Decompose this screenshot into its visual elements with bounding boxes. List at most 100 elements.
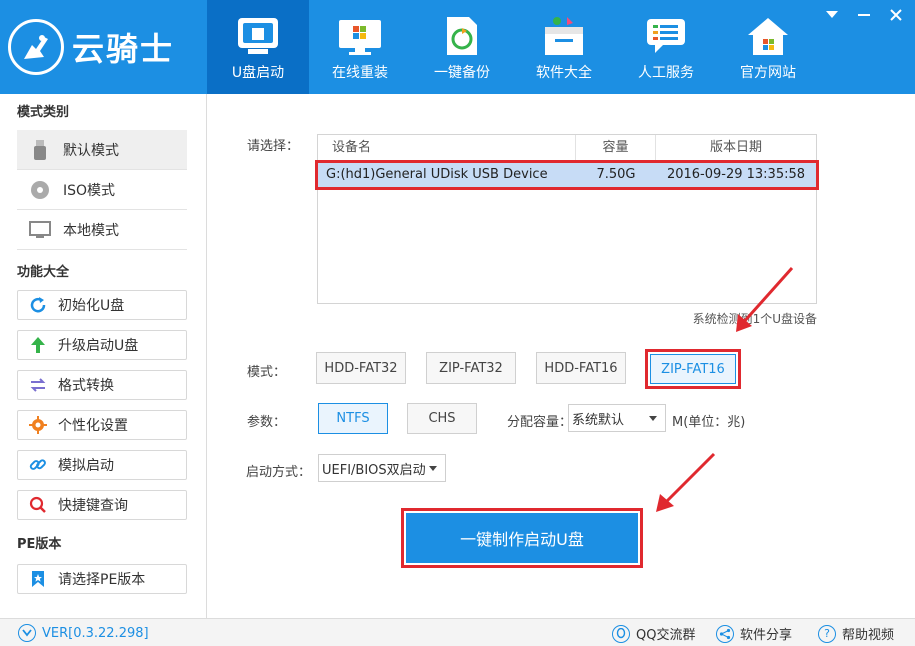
params-label: 参数： <box>247 415 287 430</box>
software-box-icon <box>541 14 587 58</box>
nav-online-reinstall[interactable]: 在线重装 <box>309 0 411 94</box>
share-link[interactable]: 软件分享 <box>716 624 792 643</box>
chat-service-icon <box>643 14 689 58</box>
alloc-label: 分配容量： <box>507 415 573 430</box>
annotation-arrow-icon <box>656 452 716 512</box>
hotkey-query-button[interactable]: 快捷键查询 <box>17 490 187 520</box>
alloc-unit: M(单位：兆) <box>672 415 746 430</box>
qq-group-link[interactable]: QQ交流群 <box>612 624 695 643</box>
nav-label: 官方网站 <box>740 65 796 81</box>
personalize-button[interactable]: 个性化设置 <box>17 410 187 440</box>
col-header-date: 版本日期 <box>709 140 762 155</box>
mode-label: 默认模式 <box>63 142 119 159</box>
func-label: 初始化U盘 <box>58 298 125 314</box>
func-label: 快捷键查询 <box>58 498 128 514</box>
table-header: 设备名 容量 版本日期 <box>318 135 816 161</box>
bookmark-icon <box>28 569 48 589</box>
nav-label: 在线重装 <box>332 65 388 81</box>
cell-capacity: 7.50G <box>596 167 636 182</box>
sidebar-item-default-mode[interactable]: 默认模式 <box>17 130 187 170</box>
sidebar: 模式类别 默认模式 ISO模式 本地模式 功能大全 初始化U盘 升级启动U盘 格… <box>0 94 207 618</box>
qq-icon <box>612 624 630 643</box>
boot-mode-select[interactable]: UEFI/BIOS双启动 <box>318 454 446 482</box>
nav-manual-service[interactable]: 人工服务 <box>615 0 717 94</box>
help-label: 帮助视频 <box>842 628 895 643</box>
window-controls <box>823 6 905 24</box>
format-convert-button[interactable]: 格式转换 <box>17 370 187 400</box>
refresh-icon <box>28 295 48 315</box>
help-video-link[interactable]: ? 帮助视频 <box>818 624 894 643</box>
cell-device: G:(hd1)General UDisk USB Device <box>326 167 548 182</box>
col-header-device: 设备名 <box>318 135 576 160</box>
nav-usb-boot[interactable]: U盘启动 <box>207 0 309 94</box>
init-usb-button[interactable]: 初始化U盘 <box>17 290 187 320</box>
chevron-down-circle-icon <box>18 624 36 642</box>
table-row[interactable]: G:(hd1)General UDisk USB Device 7.50G 20… <box>315 160 819 190</box>
mode-label: ISO模式 <box>63 182 116 199</box>
minimize-icon[interactable] <box>855 6 873 24</box>
disc-icon <box>29 179 51 201</box>
convert-arrows-icon <box>28 375 48 395</box>
home-icon <box>745 14 791 58</box>
version-link[interactable]: VER[0.3.22.298] <box>18 624 149 642</box>
main-panel: 请选择： 设备名 容量 版本日期 G:(hd1)General UDisk US… <box>208 94 915 618</box>
mode-label: 本地模式 <box>63 222 119 239</box>
backup-icon <box>439 14 485 58</box>
close-icon[interactable] <box>887 6 905 24</box>
mode-hdd-fat32-button[interactable]: HDD-FAT32 <box>316 352 406 384</box>
select-pe-version-button[interactable]: 请选择PE版本 <box>17 564 187 594</box>
gear-icon <box>28 415 48 435</box>
annotation-arrow-icon <box>736 267 794 332</box>
top-nav: U盘启动 在线重装 一键备份 软件大全 人工服务 官方网站 <box>207 0 819 94</box>
qq-label: QQ交流群 <box>636 628 696 643</box>
search-icon <box>28 495 48 515</box>
sidebar-item-iso-mode[interactable]: ISO模式 <box>17 170 187 210</box>
header-bar: 云骑士 U盘启动 在线重装 一键备份 软件大全 人工服务 官方网站 <box>0 0 915 94</box>
app-logo: 云骑士 <box>0 0 207 94</box>
func-label: 模拟启动 <box>58 458 114 474</box>
help-icon: ? <box>818 624 836 643</box>
version-text: VER[0.3.22.298] <box>42 625 149 641</box>
link-icon <box>28 455 48 475</box>
nav-official-site[interactable]: 官方网站 <box>717 0 819 94</box>
param-ntfs-button[interactable]: NTFS <box>318 403 388 434</box>
usb-drive-icon <box>235 14 281 58</box>
logo-text: 云骑士 <box>72 30 175 68</box>
alloc-value: 系统默认 <box>572 412 625 428</box>
dropdown-menu-icon[interactable] <box>823 6 841 24</box>
nav-one-key-backup[interactable]: 一键备份 <box>411 0 513 94</box>
func-label: 格式转换 <box>58 378 114 394</box>
arrow-up-icon <box>28 335 48 355</box>
monitor-icon <box>29 219 51 241</box>
boot-label: 启动方式： <box>246 465 312 480</box>
mode-zip-fat16-button[interactable]: ZIP-FAT16 <box>645 349 741 389</box>
windows-monitor-icon <box>337 14 383 58</box>
section-title-pe: PE版本 <box>17 537 62 552</box>
cell-date: 2016-09-29 13:35:58 <box>666 167 806 182</box>
col-header-capacity: 容量 <box>576 135 656 160</box>
status-bar: VER[0.3.22.298] QQ交流群 软件分享 ? 帮助视频 <box>0 618 915 646</box>
usb-stick-icon <box>29 139 51 161</box>
nav-label: 人工服务 <box>638 65 694 81</box>
simulate-boot-button[interactable]: 模拟启动 <box>17 450 187 480</box>
sidebar-item-local-mode[interactable]: 本地模式 <box>17 210 187 250</box>
chevron-down-icon <box>429 466 437 471</box>
mode-label: 模式： <box>247 365 287 380</box>
make-boot-usb-button[interactable]: 一键制作启动U盘 <box>401 508 643 568</box>
select-label: 请选择： <box>247 139 300 154</box>
knight-logo-icon <box>8 19 64 75</box>
section-title-functions: 功能大全 <box>17 265 70 280</box>
param-chs-button[interactable]: CHS <box>407 403 477 434</box>
func-label: 升级启动U盘 <box>58 338 139 354</box>
section-title-mode: 模式类别 <box>17 105 70 120</box>
upgrade-usb-button[interactable]: 升级启动U盘 <box>17 330 187 360</box>
mode-zip-fat32-button[interactable]: ZIP-FAT32 <box>426 352 516 384</box>
nav-label: 软件大全 <box>536 65 592 81</box>
pe-button-label: 请选择PE版本 <box>58 572 146 588</box>
nav-label: U盘启动 <box>231 65 285 81</box>
boot-value: UEFI/BIOS双启动 <box>322 462 426 478</box>
func-label: 个性化设置 <box>58 418 128 434</box>
alloc-capacity-select[interactable]: 系统默认 <box>568 404 666 432</box>
mode-hdd-fat16-button[interactable]: HDD-FAT16 <box>536 352 626 384</box>
nav-software[interactable]: 软件大全 <box>513 0 615 94</box>
